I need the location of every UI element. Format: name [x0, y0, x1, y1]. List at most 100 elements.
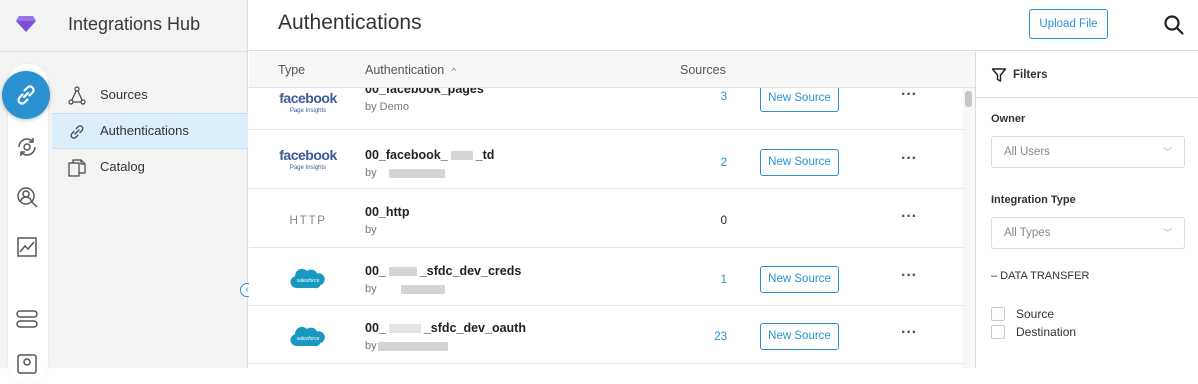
owner-prefix: by — [365, 340, 377, 352]
table-row[interactable]: facebook Page Insights 00_facebook_ _td by… — [249, 131, 963, 189]
authentication-name[interactable]: 00_ _sfdc_dev_oauth — [365, 321, 526, 335]
destination-checkbox[interactable] — [991, 325, 1005, 339]
column-header-label: Authentication — [365, 63, 445, 77]
nav-item-label: Catalog — [100, 159, 145, 174]
rail-user-search-button[interactable] — [15, 185, 39, 209]
integration-type-label: Integration Type — [991, 194, 1076, 206]
more-actions-icon[interactable]: ··· — [901, 88, 917, 104]
page-title: Authentications — [278, 11, 422, 34]
scrollbar-track[interactable] — [963, 88, 975, 368]
new-source-button[interactable]: New Source — [760, 323, 839, 350]
redacted-text — [388, 324, 421, 334]
authentication-owner: by — [365, 340, 448, 352]
data-transfer-section-toggle[interactable]: – DATA TRANSFER — [991, 270, 1089, 282]
diamond-logo-icon[interactable] — [16, 15, 36, 33]
search-icon[interactable] — [1163, 14, 1185, 36]
logo-text: HTTP — [289, 213, 327, 227]
logo-text: facebook — [279, 147, 337, 163]
app-title: Integrations Hub — [68, 14, 201, 34]
link-icon — [70, 125, 84, 139]
authentication-name[interactable]: 00_ _sfdc_dev_creds — [365, 264, 521, 278]
filters-panel: Filters Owner All Users ﹀ Integration Ty… — [975, 52, 1198, 368]
nav-item-sources[interactable]: Sources — [52, 78, 248, 112]
subnav-divider — [52, 51, 248, 52]
more-actions-icon[interactable]: ··· — [901, 208, 917, 226]
new-source-button[interactable]: New Source — [760, 88, 839, 112]
chevron-down-icon: ﹀ — [1162, 228, 1172, 238]
rail-profile-button[interactable] — [15, 352, 39, 376]
funnel-filter-icon — [991, 68, 1007, 82]
owner-label: Owner — [991, 113, 1026, 125]
destination-checkbox-row[interactable]: Destination — [991, 324, 1076, 340]
more-actions-icon[interactable]: ··· — [901, 324, 917, 342]
http-logo: HTTP — [278, 205, 338, 235]
sources-count[interactable]: 23 — [697, 331, 727, 343]
facebook-logo: facebook Page Insights — [278, 90, 338, 120]
authentication-name[interactable]: 00_facebook_ _td — [365, 148, 494, 162]
redacted-text — [388, 168, 445, 178]
sources-count[interactable]: 3 — [697, 91, 727, 103]
toggle-stack-icon — [16, 310, 38, 328]
sources-count[interactable]: 2 — [697, 157, 727, 169]
owner-select-value: All Users — [1004, 146, 1051, 158]
rail-sync-settings-button[interactable] — [15, 135, 39, 159]
authentication-name-end: _sfdc_dev_oauth — [423, 321, 526, 335]
rail-integrations-button[interactable] — [2, 71, 50, 119]
source-checkbox-label: Source — [1016, 307, 1055, 321]
more-actions-icon[interactable]: ··· — [901, 150, 917, 168]
authentications-list: facebook Page Insights 00_facebook_pages … — [249, 88, 963, 368]
authentication-name[interactable]: 00_facebook_pages — [365, 88, 484, 96]
redacted-text — [400, 284, 445, 294]
table-row[interactable]: HTTP 00_http by 0 ··· — [249, 190, 963, 248]
integration-type-select-value: All Types — [1004, 227, 1051, 239]
new-source-button[interactable]: New Source — [760, 149, 839, 176]
scrollbar-thumb[interactable] — [965, 91, 972, 107]
page-header: Authentications Upload File — [249, 0, 1198, 51]
logo-subtext: Page Insights — [289, 165, 327, 171]
sources-count[interactable]: 1 — [697, 274, 727, 286]
svg-text:salesforce: salesforce — [297, 336, 320, 342]
column-header-type[interactable]: Type — [278, 63, 305, 77]
authentication-name-end: _sfdc_dev_creds — [419, 264, 522, 278]
source-checkbox[interactable] — [991, 307, 1005, 321]
svg-text:salesforce: salesforce — [297, 278, 320, 284]
left-rail — [0, 0, 52, 384]
sort-ascending-icon: ^ — [451, 66, 456, 76]
redacted-text — [388, 267, 417, 277]
rail-divider — [0, 51, 52, 52]
table-row[interactable]: salesforce 00_ _sfdc_dev_creds by 1 New S… — [249, 248, 963, 306]
more-actions-icon[interactable]: ··· — [901, 267, 917, 285]
copy-pages-icon — [68, 159, 86, 177]
upload-file-button[interactable]: Upload File — [1029, 9, 1108, 39]
nav-item-catalog[interactable]: Catalog — [52, 150, 248, 184]
rail-storage-button[interactable] — [15, 307, 39, 331]
graph-nodes-icon — [68, 86, 86, 105]
new-source-button[interactable]: New Source — [760, 266, 839, 293]
sources-count: 0 — [720, 215, 727, 227]
sub-navigation: Integrations Hub Sources Authentications… — [52, 0, 248, 368]
filters-header: Filters — [976, 52, 1198, 98]
column-header-authentication[interactable]: Authentication ^ — [365, 63, 456, 77]
nav-item-label: Authentications — [100, 123, 189, 138]
destination-checkbox-label: Destination — [1016, 325, 1077, 339]
logo-text: facebook — [279, 90, 337, 106]
filters-title: Filters — [1013, 69, 1048, 81]
table-row[interactable]: salesforce 00_ _sfdc_dev_oauth by 23 New … — [249, 306, 963, 364]
owner-prefix: by — [365, 167, 377, 179]
redacted-text — [377, 341, 448, 351]
salesforce-logo: salesforce — [278, 321, 338, 351]
authentication-name[interactable]: 00_http — [365, 205, 409, 219]
column-header-sources[interactable]: Sources — [680, 63, 726, 77]
nav-item-authentications[interactable]: Authentications — [52, 113, 248, 149]
salesforce-cloud-icon: salesforce — [290, 268, 325, 289]
facebook-logo: facebook Page Insights — [278, 147, 338, 177]
rail-analytics-button[interactable] — [15, 235, 39, 259]
source-checkbox-row[interactable]: Source — [991, 306, 1054, 322]
redacted-text — [450, 151, 473, 161]
integration-type-select[interactable]: All Types ﹀ — [991, 217, 1185, 249]
authentication-name-start: 00_facebook_ — [365, 148, 448, 162]
table-row[interactable]: facebook Page Insights 00_facebook_pages … — [249, 88, 963, 130]
authentication-owner: by — [365, 224, 377, 236]
owner-select[interactable]: All Users ﹀ — [991, 136, 1185, 168]
authentication-name-start: 00_ — [365, 264, 386, 278]
